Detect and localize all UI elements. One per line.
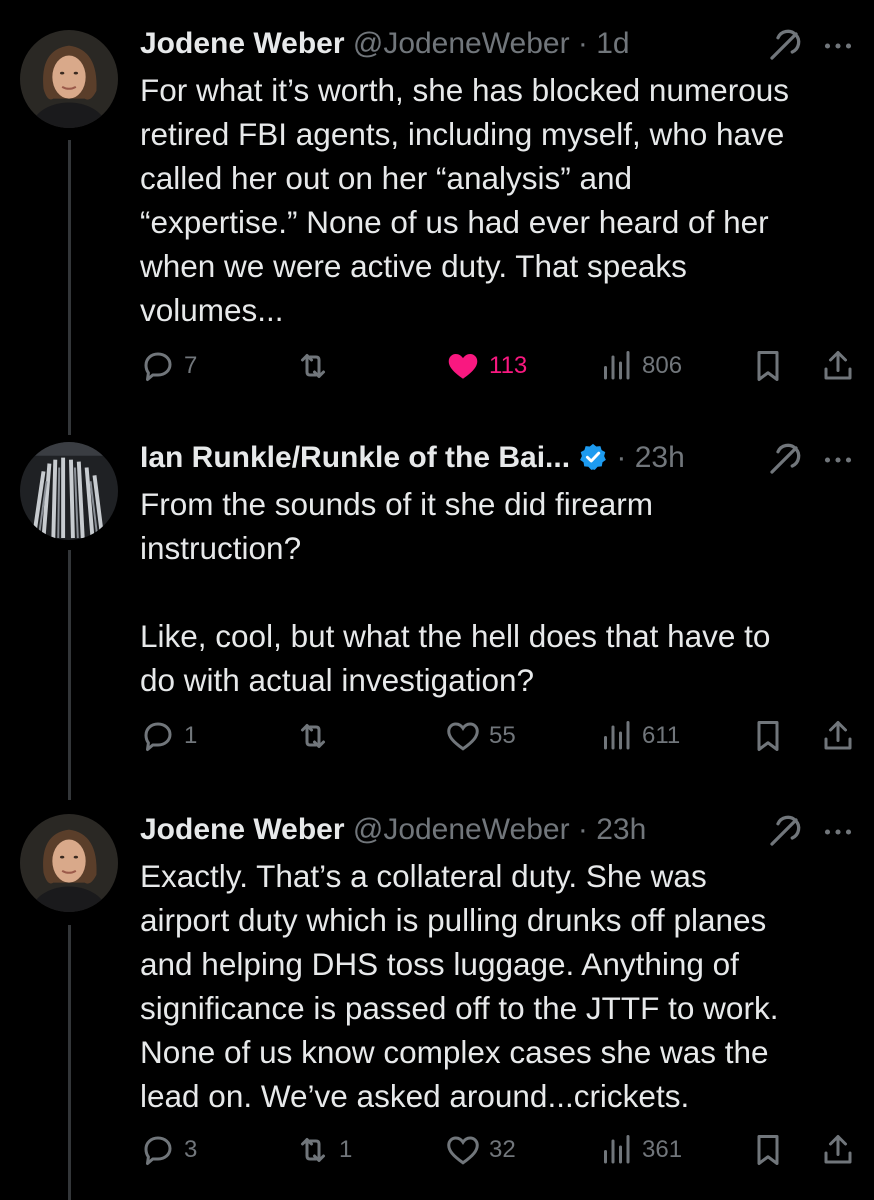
author-handle[interactable]: @JodeneWeber bbox=[353, 813, 570, 846]
avatar[interactable] bbox=[20, 442, 118, 540]
repost-button[interactable] bbox=[295, 344, 339, 388]
views-button[interactable]: 611 bbox=[598, 714, 680, 758]
timestamp[interactable]: · 23h bbox=[578, 813, 646, 846]
like-count: 55 bbox=[489, 722, 516, 749]
tweet-actions: 7 113 806 bbox=[140, 344, 874, 388]
grok-icon[interactable] bbox=[766, 814, 802, 850]
timestamp[interactable]: · 23h bbox=[616, 441, 684, 474]
share-icon bbox=[824, 351, 852, 380]
bookmark-button[interactable] bbox=[750, 714, 794, 758]
thread-line bbox=[68, 140, 71, 435]
timestamp[interactable]: · 1d bbox=[578, 27, 630, 60]
author-name[interactable]: Ian Runkle/Runkle of the Bai... bbox=[140, 441, 570, 474]
share-icon bbox=[824, 721, 852, 750]
more-icon[interactable] bbox=[820, 442, 856, 478]
tweet-header: Ian Runkle/Runkle of the Bai... · 23h bbox=[140, 436, 754, 480]
views-icon bbox=[604, 721, 630, 750]
avatar-image bbox=[20, 814, 118, 912]
like-button[interactable]: 113 bbox=[445, 344, 527, 388]
avatar[interactable] bbox=[20, 30, 118, 128]
more-icon[interactable] bbox=[820, 814, 856, 850]
views-count: 611 bbox=[642, 722, 681, 749]
bookmark-icon bbox=[757, 721, 779, 751]
reply-count: 3 bbox=[184, 1136, 198, 1163]
share-icon bbox=[824, 1135, 852, 1164]
repost-count: 1 bbox=[339, 1136, 353, 1163]
reply-count: 7 bbox=[184, 352, 198, 379]
like-button[interactable]: 32 bbox=[445, 1128, 516, 1172]
bookmark-icon bbox=[757, 1135, 779, 1165]
views-button[interactable]: 806 bbox=[598, 344, 682, 388]
grok-icon[interactable] bbox=[766, 28, 802, 64]
reply-button[interactable]: 7 bbox=[140, 344, 197, 388]
heart-icon bbox=[447, 1136, 479, 1165]
bookmark-icon bbox=[757, 351, 779, 381]
repost-icon bbox=[301, 724, 325, 748]
bookmark-button[interactable] bbox=[750, 344, 794, 388]
author-handle[interactable]: @JodeneWeber bbox=[353, 27, 570, 60]
like-button[interactable]: 55 bbox=[445, 714, 516, 758]
tweet-actions: 1 55 611 bbox=[140, 714, 874, 758]
repost-icon bbox=[301, 354, 325, 378]
heart-filled-icon bbox=[448, 354, 478, 379]
views-icon bbox=[604, 1135, 630, 1164]
author-name[interactable]: Jodene Weber bbox=[140, 27, 345, 60]
tweet-header: Jodene Weber @JodeneWeber · 1d bbox=[140, 22, 754, 66]
share-button[interactable] bbox=[820, 714, 864, 758]
avatar[interactable] bbox=[20, 814, 118, 912]
reply-button[interactable]: 1 bbox=[140, 714, 197, 758]
author-name[interactable]: Jodene Weber bbox=[140, 813, 345, 846]
reply-icon bbox=[144, 722, 172, 751]
share-button[interactable] bbox=[820, 1128, 864, 1172]
avatar-image bbox=[20, 442, 118, 540]
repost-icon bbox=[301, 1138, 325, 1162]
reply-icon bbox=[144, 352, 172, 381]
tweet-header: Jodene Weber @JodeneWeber · 23h bbox=[140, 808, 754, 852]
views-count: 361 bbox=[642, 1136, 683, 1163]
more-icon[interactable] bbox=[820, 28, 856, 64]
tweet-text: Exactly. That’s a collateral duty. She w… bbox=[140, 858, 779, 1114]
thread-line bbox=[68, 925, 71, 1200]
reply-count: 1 bbox=[184, 722, 198, 749]
tweet-actions: 3 1 32 361 bbox=[140, 1128, 874, 1172]
views-button[interactable]: 361 bbox=[598, 1128, 682, 1172]
avatar-image bbox=[20, 30, 118, 128]
share-button[interactable] bbox=[820, 344, 864, 388]
tweet-text: For what it’s worth, she has blocked num… bbox=[140, 72, 789, 328]
like-count: 32 bbox=[489, 1136, 516, 1163]
reply-button[interactable]: 3 bbox=[140, 1128, 197, 1172]
reply-icon bbox=[144, 1136, 172, 1165]
grok-icon[interactable] bbox=[766, 442, 802, 478]
repost-button[interactable]: 1 bbox=[295, 1128, 352, 1172]
verified-badge-icon bbox=[580, 443, 606, 470]
views-count: 806 bbox=[642, 352, 683, 379]
like-count: 113 bbox=[489, 352, 528, 379]
thread-line bbox=[68, 550, 71, 800]
views-icon bbox=[604, 351, 630, 380]
bookmark-button[interactable] bbox=[750, 1128, 794, 1172]
repost-button[interactable] bbox=[295, 714, 339, 758]
tweet-text: From the sounds of it she did firearm in… bbox=[140, 486, 771, 698]
heart-icon bbox=[447, 722, 479, 751]
